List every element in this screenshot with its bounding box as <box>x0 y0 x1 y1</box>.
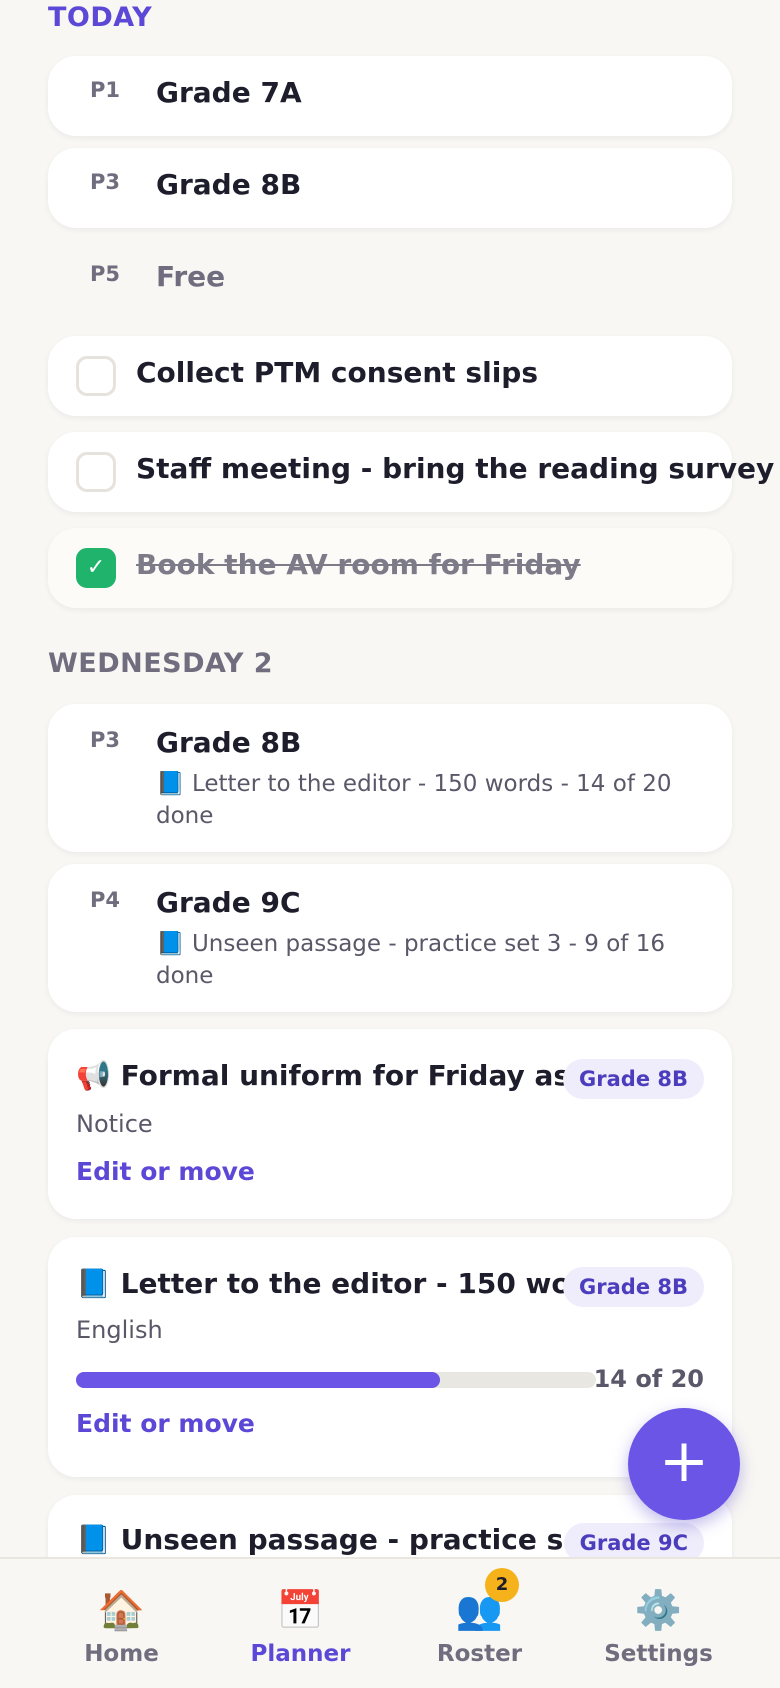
period-class: Grade 8B <box>156 168 302 201</box>
house-icon: 🏠 <box>97 1588 146 1632</box>
task-checkbox-checked[interactable]: ✓ <box>76 548 116 588</box>
tab-label: Home <box>84 1641 159 1667</box>
period-row-free: P5 Free <box>48 240 732 320</box>
tab-settings[interactable]: ⚙️ Settings <box>561 1559 756 1688</box>
period-class: Grade 8B <box>156 726 302 759</box>
homework-title: 📘 Letter to the editor - 150 wo... <box>76 1267 603 1300</box>
period-card-p3[interactable]: P3 Grade 8B <box>48 148 732 228</box>
bottom-tab-bar: 🏠 Home 📅 Planner 👥 Roster ⚙️ Settings <box>0 1557 780 1688</box>
tab-label: Roster <box>436 1641 523 1667</box>
calendar-icon: 📅 <box>276 1588 325 1632</box>
task-label: Collect PTM consent slips <box>136 356 538 389</box>
class-chip: Grade 8B <box>563 1059 704 1099</box>
homework-card[interactable]: 📘 Letter to the editor - 150 wo... Grade… <box>48 1237 732 1477</box>
plus-icon: + <box>658 1426 710 1496</box>
tab-home[interactable]: 🏠 Home <box>24 1559 219 1688</box>
progress-label: 14 of 20 <box>593 1365 704 1393</box>
period-number: P3 <box>90 170 121 194</box>
period-class: Grade 9C <box>156 886 301 919</box>
period-class: Grade 7A <box>156 76 302 109</box>
class-chip: Grade 8B <box>563 1267 704 1307</box>
roster-notification-badge: 2 <box>485 1568 519 1602</box>
task-card-done[interactable]: ✓ Book the AV room for Friday <box>48 528 732 608</box>
homework-card[interactable]: 📘 Unseen passage - practice se... Grade … <box>48 1495 732 1557</box>
section-heading-wednesday: WEDNESDAY 2 <box>48 648 274 679</box>
period-class: Free <box>156 260 226 293</box>
period-card-p4-wed[interactable]: P4 Grade 9C 📘 Unseen passage - practice … <box>48 864 732 1012</box>
period-number: P1 <box>90 78 121 102</box>
subject-label: English <box>76 1316 163 1344</box>
tab-planner[interactable]: 📅 Planner <box>203 1559 398 1688</box>
progress-bar <box>76 1372 596 1388</box>
item-type: Notice <box>76 1110 153 1138</box>
period-card-p3-wed[interactable]: P3 Grade 8B 📘 Letter to the editor - 150… <box>48 704 732 852</box>
period-number: P3 <box>90 728 121 752</box>
tab-label: Planner <box>250 1641 351 1667</box>
task-card[interactable]: Staff meeting - bring the reading survey <box>48 432 774 512</box>
gear-icon: ⚙️ <box>634 1588 683 1632</box>
homework-title: 📘 Unseen passage - practice se... <box>76 1523 615 1556</box>
period-homework-detail: 📘 Unseen passage - practice set 3 - 9 of… <box>156 931 665 989</box>
tab-roster[interactable]: 👥 Roster <box>382 1559 577 1688</box>
add-button[interactable]: + <box>628 1408 740 1520</box>
period-card-p1[interactable]: P1 Grade 7A <box>48 56 732 136</box>
period-number: P5 <box>90 262 121 286</box>
task-label: Book the AV room for Friday <box>136 548 581 581</box>
task-label: Staff meeting - bring the reading survey <box>136 452 775 485</box>
task-card[interactable]: Collect PTM consent slips <box>48 336 732 416</box>
period-number: P4 <box>90 888 121 912</box>
tab-label: Settings <box>604 1641 713 1667</box>
planner-scroll-area[interactable]: TODAY P1 Grade 7A P3 Grade 8B P5 Free Co… <box>0 0 780 1557</box>
section-heading-today: TODAY <box>48 2 153 33</box>
period-homework-detail: 📘 Letter to the editor - 150 words - 14 … <box>156 771 672 829</box>
task-checkbox[interactable] <box>76 452 116 492</box>
people-icon: 👥 <box>455 1588 504 1632</box>
edit-or-move-link[interactable]: Edit or move <box>76 1409 255 1438</box>
progress-bar-fill <box>76 1372 440 1388</box>
class-chip: Grade 9C <box>563 1523 704 1557</box>
notice-card[interactable]: 📢 Formal uniform for Friday as... Grade … <box>48 1029 732 1219</box>
notice-title: 📢 Formal uniform for Friday as... <box>76 1059 602 1092</box>
edit-or-move-link[interactable]: Edit or move <box>76 1157 255 1186</box>
task-checkbox[interactable] <box>76 356 116 396</box>
